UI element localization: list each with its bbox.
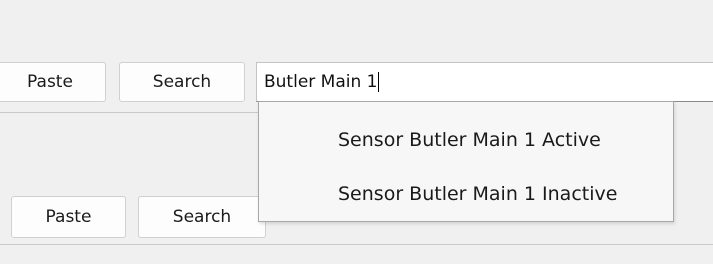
autocomplete-dropdown: Sensor Butler Main 1 Active Sensor Butle… — [258, 101, 674, 222]
paste-button-top-label: Paste — [27, 72, 73, 92]
search-input-value: Butler Main 1 — [264, 72, 378, 92]
search-button-top-label: Search — [152, 72, 212, 92]
divider-bottom — [0, 244, 713, 245]
dropdown-item-active-label: Sensor Butler Main 1 Active — [338, 129, 601, 151]
dropdown-item-active[interactable]: Sensor Butler Main 1 Active — [259, 118, 673, 162]
paste-button-bottom-label: Paste — [45, 207, 92, 227]
dropdown-item-inactive[interactable]: Sensor Butler Main 1 Inactive — [259, 172, 673, 216]
paste-button-top[interactable]: Paste — [0, 62, 106, 102]
paste-button-bottom[interactable]: Paste — [11, 196, 126, 238]
divider-top — [0, 112, 258, 113]
text-caret — [378, 72, 380, 92]
search-input[interactable]: Butler Main 1 — [256, 62, 713, 102]
search-button-bottom-label: Search — [172, 207, 232, 227]
dropdown-item-inactive-label: Sensor Butler Main 1 Inactive — [338, 183, 618, 205]
search-button-top[interactable]: Search — [119, 62, 245, 102]
search-button-bottom[interactable]: Search — [138, 196, 266, 238]
